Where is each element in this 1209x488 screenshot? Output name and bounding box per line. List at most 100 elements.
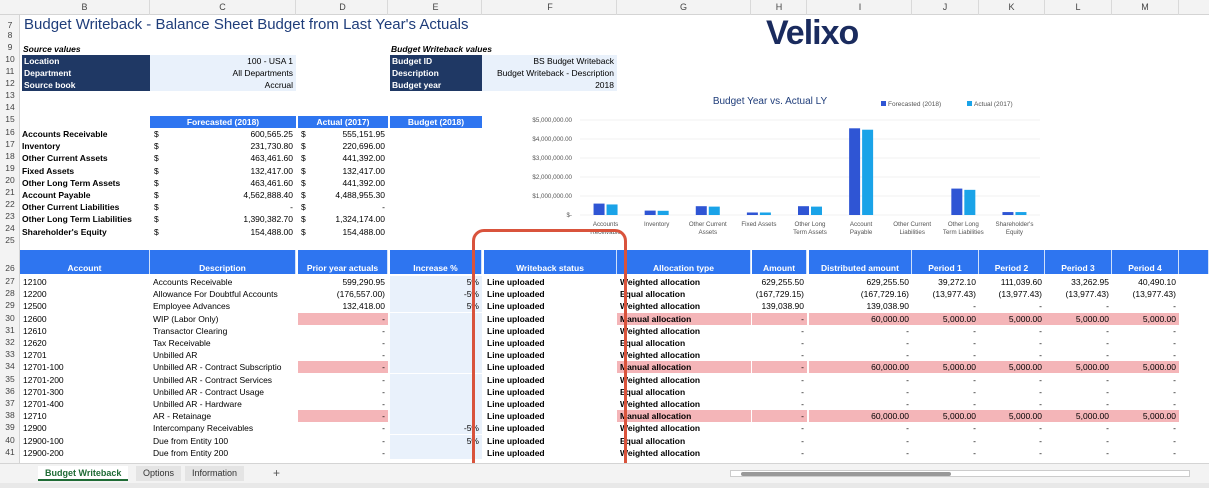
- grid-cell-p3[interactable]: -: [1045, 374, 1112, 386]
- row-number[interactable]: 20: [0, 175, 20, 185]
- grid-cell-alloc[interactable]: Equal allocation: [617, 288, 751, 300]
- grid-cell-p4[interactable]: 5,000.00: [1112, 410, 1179, 423]
- bs-actual-value[interactable]: 1,324,174.00: [312, 213, 385, 225]
- grid-cell-p2[interactable]: -: [979, 386, 1045, 398]
- grid-cell-inc[interactable]: -5%: [390, 288, 482, 301]
- row-number[interactable]: 35: [0, 374, 20, 384]
- grid-cell-p4[interactable]: 5,000.00: [1112, 361, 1179, 374]
- grid-cell-amount[interactable]: (167,729.15): [752, 288, 807, 300]
- bs-actual-value[interactable]: 132,417.00: [312, 165, 385, 177]
- row-number[interactable]: 17: [0, 139, 20, 149]
- row-number[interactable]: 23: [0, 211, 20, 221]
- grid-cell-p4[interactable]: -: [1112, 325, 1179, 337]
- grid-cell-dist[interactable]: 60,000.00: [809, 312, 912, 325]
- grid-cell-prior[interactable]: -: [298, 398, 388, 410]
- grid-cell-inc[interactable]: [390, 410, 482, 423]
- column-header[interactable]: D: [298, 0, 388, 15]
- grid-cell-alloc[interactable]: Weighted allocation: [617, 374, 751, 386]
- column-header[interactable]: C: [150, 0, 296, 15]
- row-number[interactable]: 19: [0, 163, 20, 173]
- row-number[interactable]: 22: [0, 199, 20, 209]
- column-header[interactable]: I: [809, 0, 912, 15]
- grid-cell-p2[interactable]: -: [979, 447, 1045, 459]
- grid-cell-acct[interactable]: 12900: [20, 422, 150, 434]
- column-header[interactable]: B: [20, 0, 150, 15]
- grid-header-7[interactable]: Distributed amount: [809, 250, 912, 274]
- grid-cell-amount[interactable]: -: [752, 422, 807, 434]
- grid-cell-amount[interactable]: -: [752, 447, 807, 459]
- grid-header-9[interactable]: Period 2: [979, 250, 1045, 274]
- grid-cell-p1[interactable]: -: [912, 422, 979, 434]
- grid-cell-p2[interactable]: -: [979, 337, 1045, 349]
- grid-cell-alloc[interactable]: Weighted allocation: [617, 398, 751, 410]
- grid-cell-prior[interactable]: -: [298, 349, 388, 361]
- source-value-cell[interactable]: 100 - USA 1: [150, 55, 296, 67]
- grid-cell-alloc[interactable]: Equal allocation: [617, 435, 751, 447]
- grid-cell-dist[interactable]: (167,729.16): [809, 288, 912, 300]
- grid-cell-dist[interactable]: -: [809, 422, 912, 434]
- row-number[interactable]: 41: [0, 447, 20, 457]
- row-number[interactable]: 12: [0, 78, 20, 88]
- bs-budget-value[interactable]: [390, 165, 482, 177]
- row-number[interactable]: 40: [0, 435, 20, 445]
- grid-cell-p3[interactable]: 5,000.00: [1045, 361, 1112, 374]
- bs-forecast-value[interactable]: 1,390,382.70: [182, 213, 293, 225]
- grid-cell-amount[interactable]: -: [752, 410, 807, 423]
- row-number[interactable]: 38: [0, 410, 20, 420]
- grid-header-3[interactable]: Increase %: [390, 250, 482, 274]
- bs-actual-value[interactable]: 441,392.00: [312, 177, 385, 189]
- grid-header-8[interactable]: Period 1: [912, 250, 979, 274]
- grid-cell-amount[interactable]: 139,038.90: [752, 300, 807, 312]
- grid-cell-prior[interactable]: -: [298, 435, 388, 447]
- grid-cell-acct[interactable]: 12900-100: [20, 435, 150, 447]
- grid-cell-alloc[interactable]: Manual allocation: [617, 361, 751, 374]
- grid-cell-desc[interactable]: Due from Entity 100: [150, 435, 296, 447]
- grid-cell-amount[interactable]: -: [752, 361, 807, 374]
- grid-cell-alloc[interactable]: Weighted allocation: [617, 447, 751, 459]
- grid-cell-p3[interactable]: -: [1045, 435, 1112, 447]
- grid-cell-p4[interactable]: -: [1112, 447, 1179, 459]
- grid-cell-dist[interactable]: -: [809, 337, 912, 349]
- grid-cell-prior[interactable]: (176,557.00): [298, 288, 388, 300]
- row-number[interactable]: 30: [0, 313, 20, 323]
- grid-cell-desc[interactable]: Due from Entity 200: [150, 447, 296, 459]
- grid-cell-dist[interactable]: 60,000.00: [809, 410, 912, 423]
- bs-budget-value[interactable]: [390, 201, 482, 213]
- grid-cell-desc[interactable]: Unbilled AR - Contract Services: [150, 374, 296, 386]
- column-header[interactable]: K: [979, 0, 1045, 15]
- row-number[interactable]: 24: [0, 223, 20, 233]
- bs-budget-value[interactable]: [390, 177, 482, 189]
- grid-cell-p2[interactable]: 5,000.00: [979, 361, 1045, 374]
- grid-cell-alloc[interactable]: Weighted allocation: [617, 349, 751, 361]
- grid-cell-p1[interactable]: 5,000.00: [912, 312, 979, 325]
- grid-cell-p4[interactable]: 5,000.00: [1112, 312, 1179, 325]
- grid-cell-p3[interactable]: -: [1045, 337, 1112, 349]
- column-header[interactable]: G: [617, 0, 751, 15]
- row-number[interactable]: 18: [0, 151, 20, 161]
- grid-cell-acct[interactable]: 12701: [20, 349, 150, 361]
- grid-header-5[interactable]: Allocation type: [617, 250, 751, 274]
- grid-cell-p1[interactable]: -: [912, 325, 979, 337]
- row-number[interactable]: 27: [0, 276, 20, 286]
- grid-cell-desc[interactable]: Intercompany Receivables: [150, 422, 296, 434]
- grid-cell-desc[interactable]: WIP (Labor Only): [150, 313, 296, 325]
- grid-cell-p1[interactable]: 5,000.00: [912, 410, 979, 423]
- grid-cell-p1[interactable]: -: [912, 337, 979, 349]
- grid-cell-prior[interactable]: -: [298, 410, 388, 423]
- grid-cell-p3[interactable]: 5,000.00: [1045, 410, 1112, 423]
- grid-cell-p1[interactable]: -: [912, 447, 979, 459]
- grid-cell-amount[interactable]: -: [752, 349, 807, 361]
- row-number[interactable]: 39: [0, 422, 20, 432]
- grid-cell-inc[interactable]: [390, 312, 482, 325]
- column-header[interactable]: J: [912, 0, 979, 15]
- grid-cell-p4[interactable]: -: [1112, 386, 1179, 398]
- grid-cell-p2[interactable]: -: [979, 422, 1045, 434]
- grid-cell-amount[interactable]: -: [752, 374, 807, 386]
- bs-forecast-value[interactable]: 600,565.25: [182, 128, 293, 140]
- grid-cell-alloc[interactable]: Equal allocation: [617, 386, 751, 398]
- source-value-cell[interactable]: Accrual: [150, 79, 296, 91]
- grid-cell-p1[interactable]: -: [912, 300, 979, 312]
- grid-cell-p3[interactable]: (13,977.43): [1045, 288, 1112, 300]
- row-number[interactable]: 10: [0, 54, 20, 64]
- grid-cell-inc[interactable]: [390, 385, 482, 398]
